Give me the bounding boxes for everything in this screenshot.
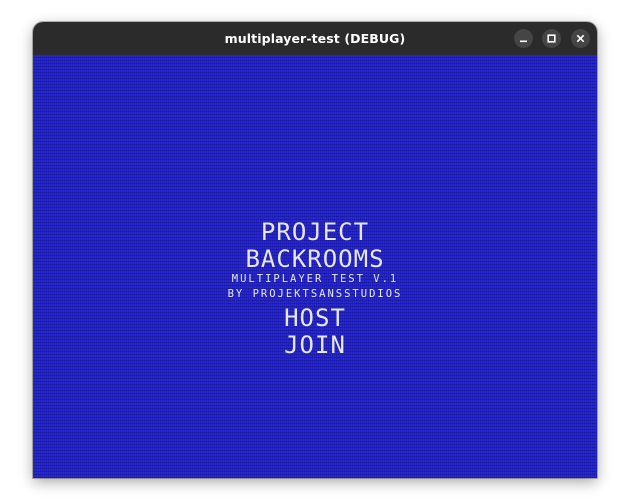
- minimize-button[interactable]: [514, 29, 533, 48]
- game-viewport: PROJECT BACKROOMS MULTIPLAYER TEST V.1 B…: [33, 55, 597, 478]
- game-title-line-1: PROJECT: [260, 218, 370, 246]
- minimize-icon: [520, 40, 527, 43]
- maximize-icon: [547, 34, 556, 43]
- subtitle-version: MULTIPLAYER TEST V.1: [231, 273, 399, 285]
- close-button[interactable]: [571, 29, 590, 48]
- maximize-button[interactable]: [542, 29, 561, 48]
- join-button[interactable]: JOIN: [33, 332, 597, 358]
- window-titlebar[interactable]: multiplayer-test (DEBUG): [33, 22, 597, 55]
- subtitle-credits: BY PROJEKTSANSSTUDIOS: [227, 288, 403, 300]
- host-button[interactable]: HOST: [33, 305, 597, 331]
- close-icon: [576, 34, 585, 43]
- app-window: multiplayer-test (DEBUG) PROJECT BACKROO…: [33, 22, 597, 478]
- game-title-line-2: BACKROOMS: [245, 245, 385, 273]
- window-title: multiplayer-test (DEBUG): [224, 31, 406, 46]
